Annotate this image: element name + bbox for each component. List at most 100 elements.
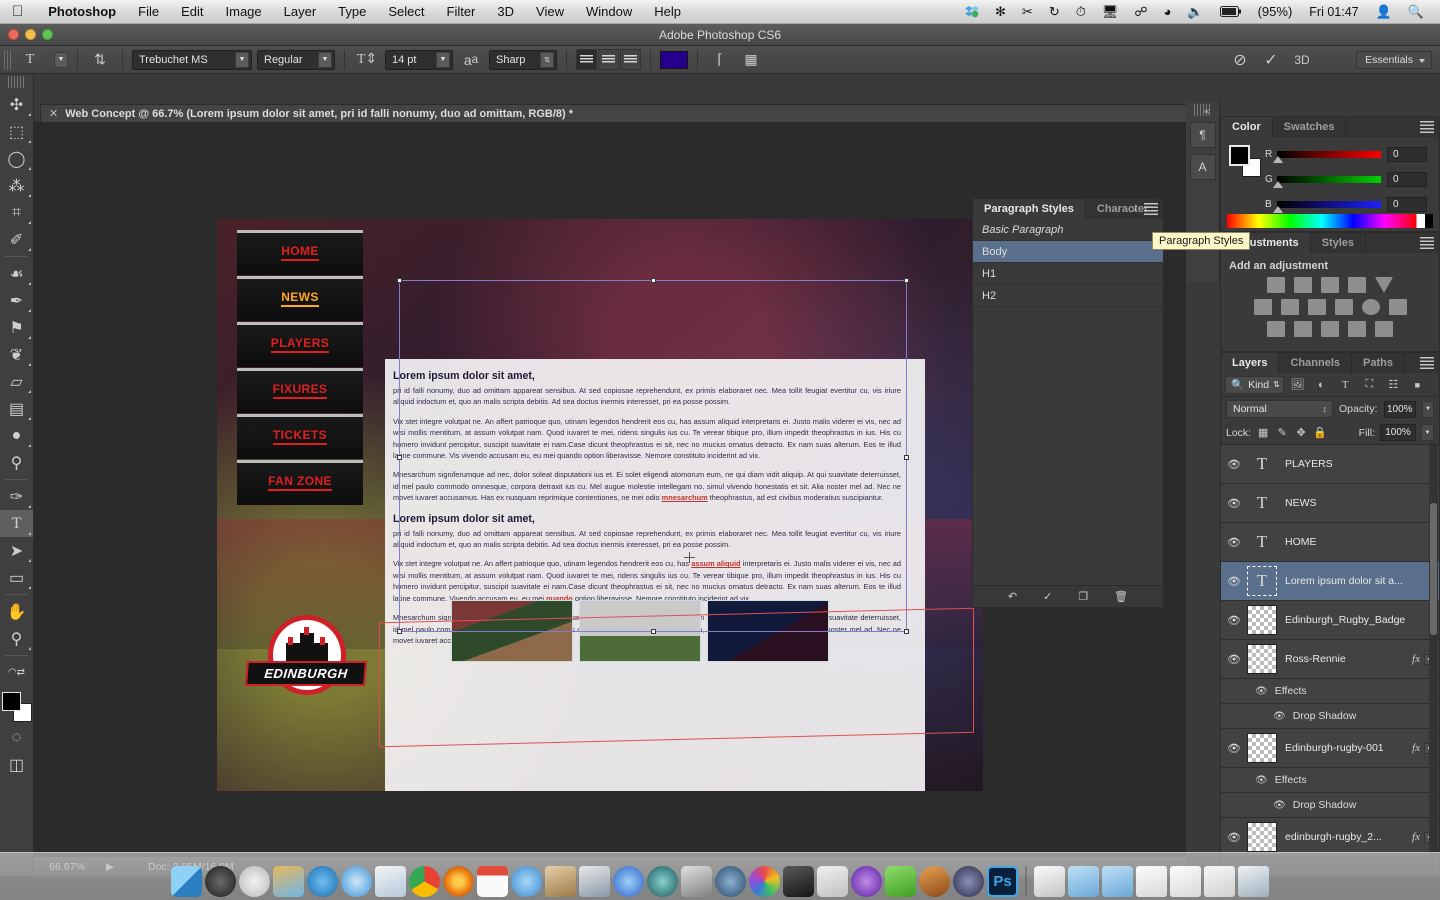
chevron-down-icon[interactable]: ▼ <box>318 51 332 68</box>
list-item-basic-paragraph[interactable]: Basic Paragraph <box>973 219 1163 241</box>
resize-handle-tc[interactable] <box>651 278 656 283</box>
new-style-icon[interactable]: ❐ <box>1078 590 1088 603</box>
screen-mode-icon[interactable]: ◫ <box>0 751 33 778</box>
color-spectrum-ramp[interactable] <box>1227 214 1433 228</box>
nav-button-players[interactable]: PLAYERS <box>237 322 363 367</box>
motion-icon[interactable] <box>817 866 848 897</box>
calendar-icon[interactable] <box>477 866 508 897</box>
list-item-h1[interactable]: H1 <box>973 263 1163 285</box>
list-item[interactable]: 👁 Drop Shadow <box>1221 704 1439 729</box>
layer-visibility-icon[interactable]: 👁 <box>1221 653 1247 666</box>
table-row[interactable]: 👁 edinburgh-rugby_2... fx ▲ <box>1221 818 1439 855</box>
table-row[interactable]: 👁 T NEWS <box>1221 484 1439 523</box>
wifi-icon[interactable]: ◕ <box>1156 4 1180 19</box>
tab-paragraph-styles[interactable]: Paragraph Styles <box>973 199 1086 219</box>
contacts-icon[interactable] <box>545 866 576 897</box>
layer-name[interactable]: edinburgh-rugby_2... <box>1285 831 1412 843</box>
layer-name[interactable]: Edinburgh_Rugby_Badge <box>1285 614 1439 626</box>
layer-thumbnail[interactable] <box>1247 605 1277 635</box>
nav-button-fixures[interactable]: FIXURES <box>237 368 363 413</box>
layer-visibility-icon[interactable]: 👁 <box>1221 458 1247 471</box>
default-colors-icon[interactable]: ◠⇄ <box>0 659 33 686</box>
spotlight-search-icon[interactable]: 🔍 <box>1400 4 1432 20</box>
brush-tool[interactable]: ✒ <box>0 287 33 314</box>
photoshop-icon[interactable]: Ps <box>987 866 1018 897</box>
layer-name[interactable]: Edinburgh-rugby-001 <box>1285 742 1412 754</box>
fill-chevron-down-icon[interactable]: ▼ <box>1421 424 1434 441</box>
nav-button-fan-zone[interactable]: FAN ZONE <box>237 460 363 505</box>
clear-override-icon[interactable]: ↶ <box>1008 590 1017 603</box>
tools-panel-grip[interactable] <box>8 76 25 88</box>
vibrance-icon[interactable] <box>1375 277 1393 293</box>
invert-icon[interactable] <box>1267 321 1285 337</box>
layer-visibility-icon[interactable]: 👁 <box>1221 831 1247 844</box>
clone-stamp-tool[interactable]: ⚑ <box>0 314 33 341</box>
toggle-panels-icon[interactable]: ▦ <box>738 49 764 71</box>
levels-icon[interactable] <box>1294 277 1312 293</box>
menu-select[interactable]: Select <box>377 0 435 24</box>
scissors-icon[interactable]: ✂ <box>1014 4 1041 20</box>
close-icon[interactable]: ✕ <box>49 107 58 120</box>
dashboard-icon[interactable] <box>205 866 236 897</box>
red-value[interactable]: 0 <box>1387 147 1427 162</box>
opacity-value[interactable]: 100% <box>1383 400 1417 418</box>
slider-thumb[interactable] <box>1273 156 1283 163</box>
tab-color[interactable]: Color <box>1221 117 1273 137</box>
layer-name[interactable]: HOME <box>1285 536 1439 548</box>
edinburgh-rugby-badge[interactable]: EDINBURGH <box>244 615 368 701</box>
list-item[interactable]: 👁 Effects <box>1221 679 1439 704</box>
panel-menu-icon[interactable] <box>1144 203 1158 215</box>
systemprefs-icon[interactable] <box>681 866 712 897</box>
rectangular-marquee-tool[interactable]: ⬚ <box>0 118 33 145</box>
collapse-panel-icon[interactable]: « <box>1204 106 1210 117</box>
panel-menu-icon[interactable] <box>1420 237 1434 249</box>
compressor-icon[interactable] <box>851 866 882 897</box>
nav-button-tickets[interactable]: TICKETS <box>237 414 363 459</box>
history-brush-tool[interactable]: ❦ <box>0 341 33 368</box>
evernote-icon[interactable] <box>885 866 916 897</box>
type-layer-thumbnail[interactable]: T <box>1247 488 1277 518</box>
blend-mode-select[interactable]: Normal <box>1226 400 1333 418</box>
resize-handle-ml[interactable] <box>397 455 402 460</box>
dropbox-icon[interactable] <box>957 5 987 18</box>
chevron-down-icon[interactable]: ▼ <box>436 51 450 68</box>
expand-panels-icon[interactable]: » <box>1132 204 1137 214</box>
gradient-map-icon[interactable] <box>1348 321 1366 337</box>
bluetooth-sync-icon[interactable]: ✻ <box>987 4 1014 20</box>
table-row[interactable]: 👁 Ross-Rennie fx ▲ <box>1221 640 1439 679</box>
drop-shadow-visibility-icon[interactable]: 👁 <box>1273 711 1286 722</box>
garageband-icon[interactable] <box>919 866 950 897</box>
menu-file[interactable]: File <box>127 0 170 24</box>
lock-all-icon[interactable]: 🔒 <box>1313 426 1327 440</box>
table-row[interactable]: 👁 Edinburgh_Rugby_Badge <box>1221 601 1439 640</box>
eraser-tool[interactable]: ▱ <box>0 368 33 395</box>
aperture-icon[interactable] <box>749 866 780 897</box>
drop-shadow-visibility-icon[interactable]: 👁 <box>1273 800 1286 811</box>
layer-name[interactable]: PLAYERS <box>1285 458 1439 470</box>
align-left-button[interactable] <box>576 49 597 70</box>
tab-swatches[interactable]: Swatches <box>1273 117 1347 137</box>
tool-preset-chevron-down-icon[interactable]: ▼ <box>54 51 68 68</box>
rectangle-tool[interactable]: ▭ <box>0 564 33 591</box>
red-slider[interactable] <box>1273 151 1381 163</box>
layer-thumbnail[interactable] <box>1247 733 1277 763</box>
curves-icon[interactable] <box>1321 277 1339 293</box>
menu-layer[interactable]: Layer <box>273 0 328 24</box>
zoom-window-button[interactable] <box>42 29 53 40</box>
effects-visibility-icon[interactable]: 👁 <box>1255 686 1268 697</box>
type-layer-thumbnail[interactable]: T <box>1247 527 1277 557</box>
layer-effects-icon[interactable]: fx <box>1412 831 1424 843</box>
resize-handle-tl[interactable] <box>397 278 402 283</box>
font-style-select[interactable]: Regular ▼ <box>257 49 335 70</box>
channel-mixer-icon[interactable] <box>1361 299 1380 315</box>
crop-tool[interactable]: ⌗ <box>0 199 33 226</box>
safari-icon[interactable] <box>341 866 372 897</box>
text-orientation-icon[interactable]: ⇅ <box>87 49 113 71</box>
green-slider[interactable] <box>1273 176 1381 188</box>
color-balance-icon[interactable] <box>1280 299 1299 315</box>
blue-value[interactable]: 0 <box>1387 197 1427 212</box>
blur-tool[interactable]: ● <box>0 422 33 449</box>
type-filter-icon[interactable]: T <box>1335 375 1356 394</box>
table-row[interactable]: 👁 T HOME <box>1221 523 1439 562</box>
list-item-h2[interactable]: H2 <box>973 285 1163 307</box>
